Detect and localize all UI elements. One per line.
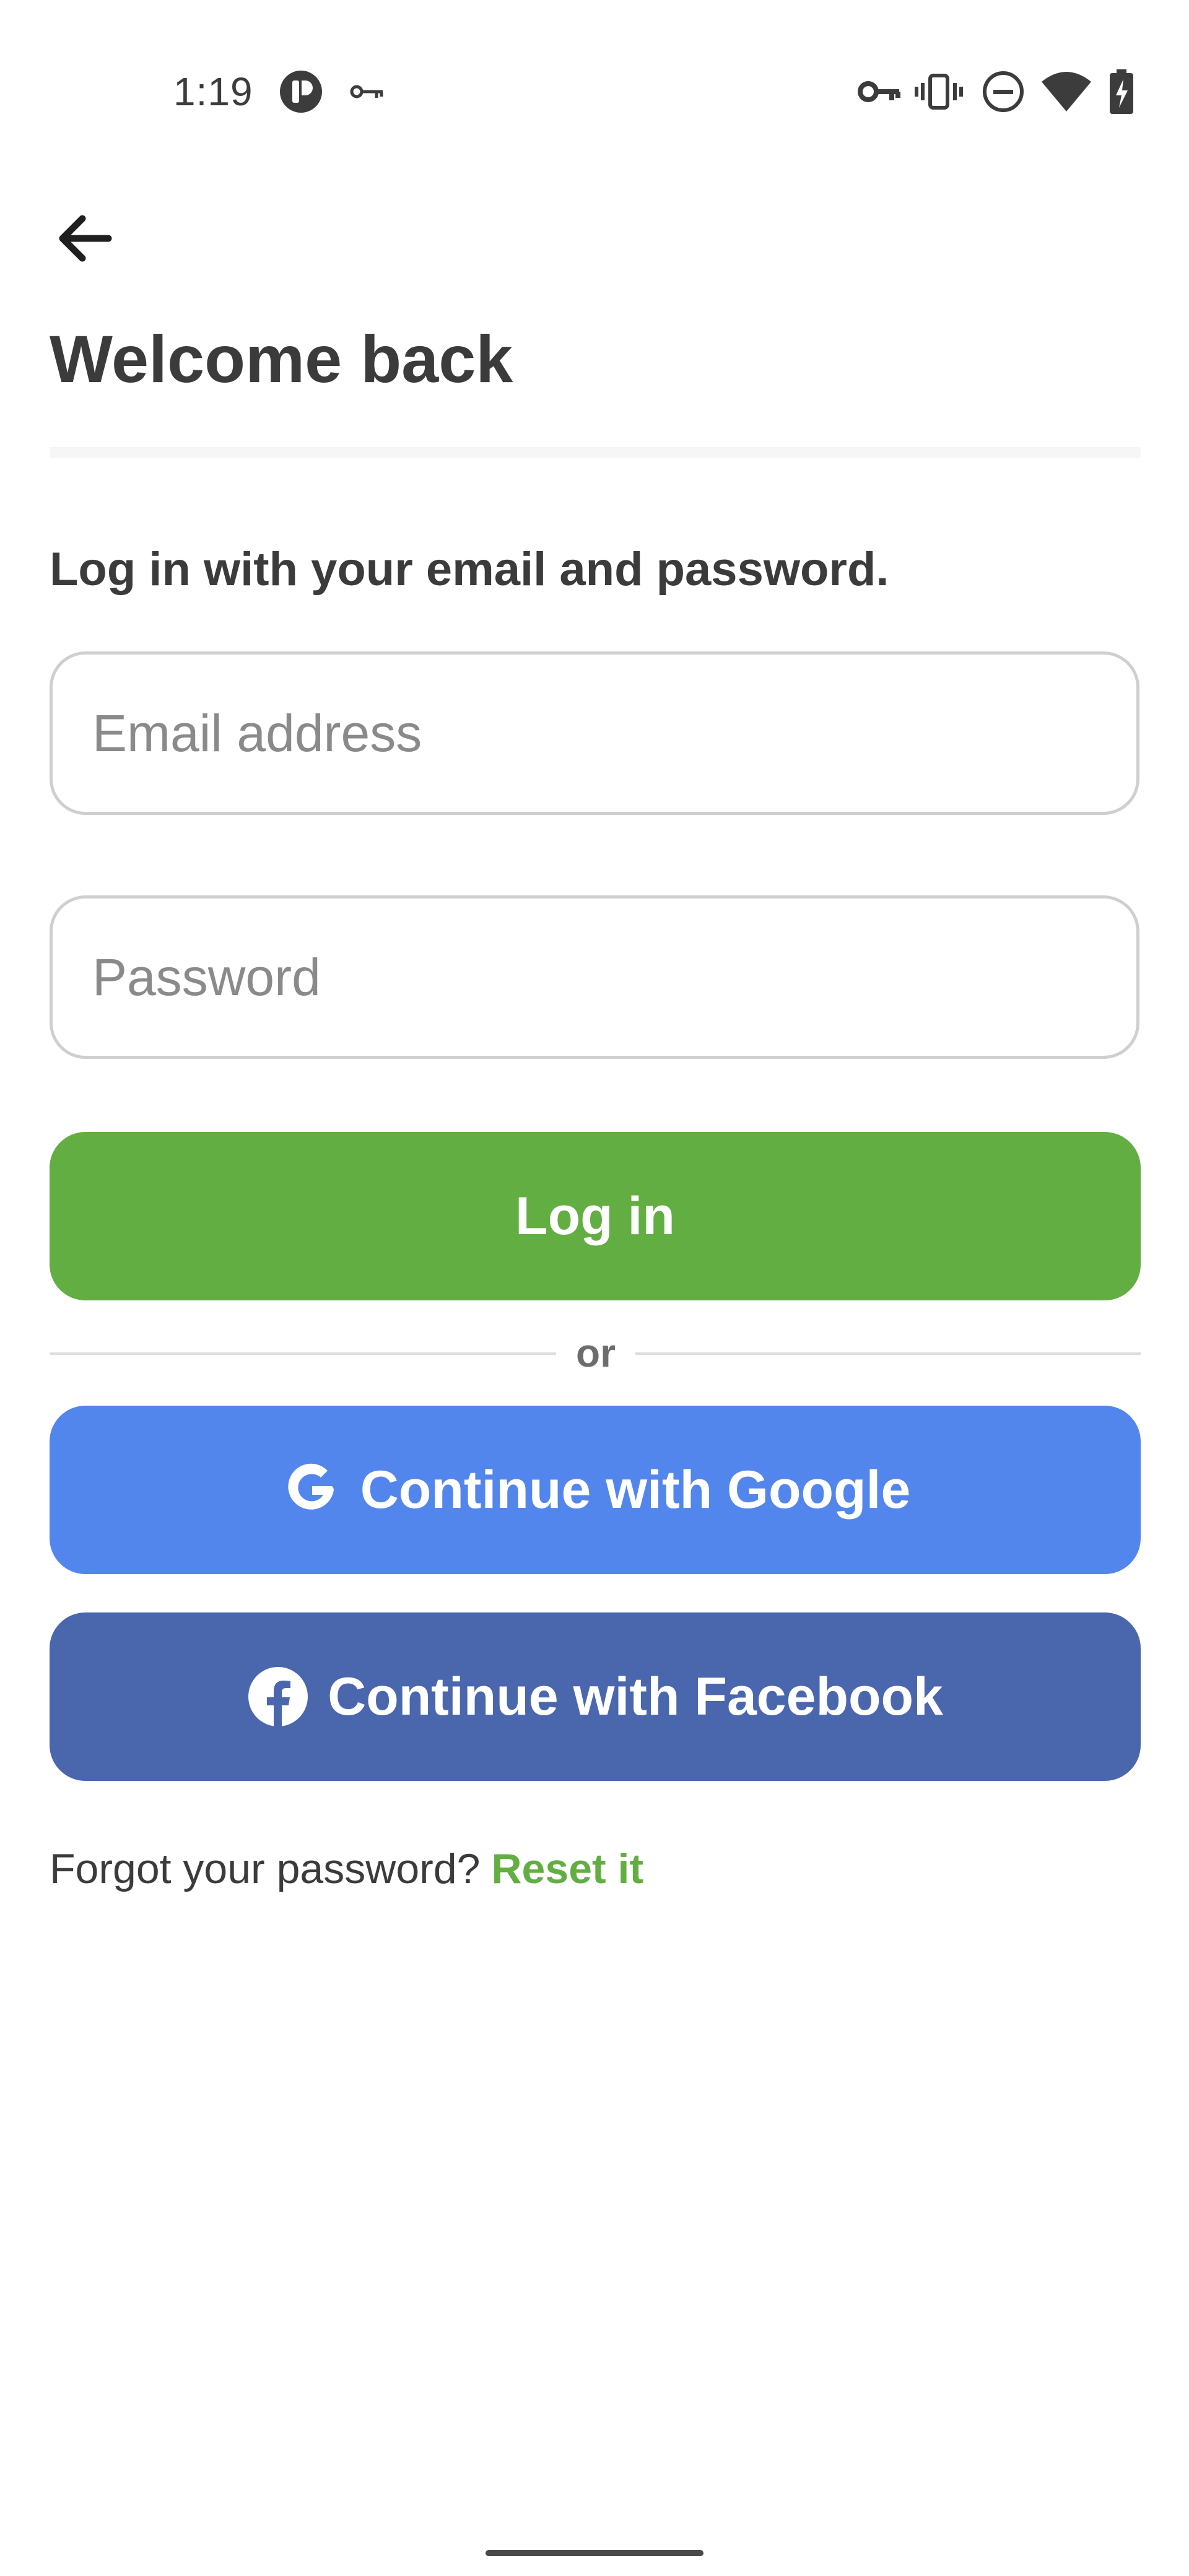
instructions-text: Log in with your email and password. (50, 543, 889, 596)
status-time: 1:19 (173, 69, 253, 114)
facebook-icon (247, 1666, 309, 1728)
facebook-login-button-label: Continue with Facebook (328, 1666, 943, 1726)
back-button[interactable] (45, 198, 125, 279)
email-field[interactable] (50, 651, 1139, 815)
vpn-key-icon (349, 67, 386, 116)
vpn-key-icon (857, 67, 903, 116)
status-bar: 1:19 (0, 0, 1189, 124)
forgot-password-text: Forgot your password? (50, 1845, 481, 1892)
login-screen: 1:19 Welcome back Log in with your email… (0, 0, 1189, 2576)
arrow-left-icon (54, 207, 116, 269)
do-not-disturb-icon (978, 67, 1028, 116)
reset-password-link[interactable]: Reset it (491, 1845, 643, 1892)
title-divider (50, 447, 1141, 458)
vibrate-icon (914, 67, 964, 116)
or-divider-line-right (635, 1352, 1141, 1355)
battery-charging-icon (1106, 67, 1137, 116)
google-icon (280, 1459, 342, 1521)
google-login-button[interactable]: Continue with Google (50, 1406, 1141, 1574)
password-field[interactable] (50, 895, 1139, 1059)
or-divider: or (50, 1325, 1141, 1381)
page-title: Welcome back (50, 321, 513, 396)
login-button[interactable]: Log in (50, 1132, 1141, 1300)
login-button-label: Log in (515, 1186, 675, 1246)
facebook-login-button[interactable]: Continue with Facebook (50, 1612, 1141, 1781)
home-indicator[interactable] (486, 2550, 703, 2556)
forgot-password-row: Forgot your password? Reset it (50, 1838, 643, 1900)
google-login-button-label: Continue with Google (360, 1460, 911, 1520)
wifi-icon (1040, 67, 1092, 116)
or-divider-text: or (576, 1331, 616, 1375)
app-notification-icon (276, 67, 326, 116)
or-divider-line-left (50, 1352, 556, 1355)
